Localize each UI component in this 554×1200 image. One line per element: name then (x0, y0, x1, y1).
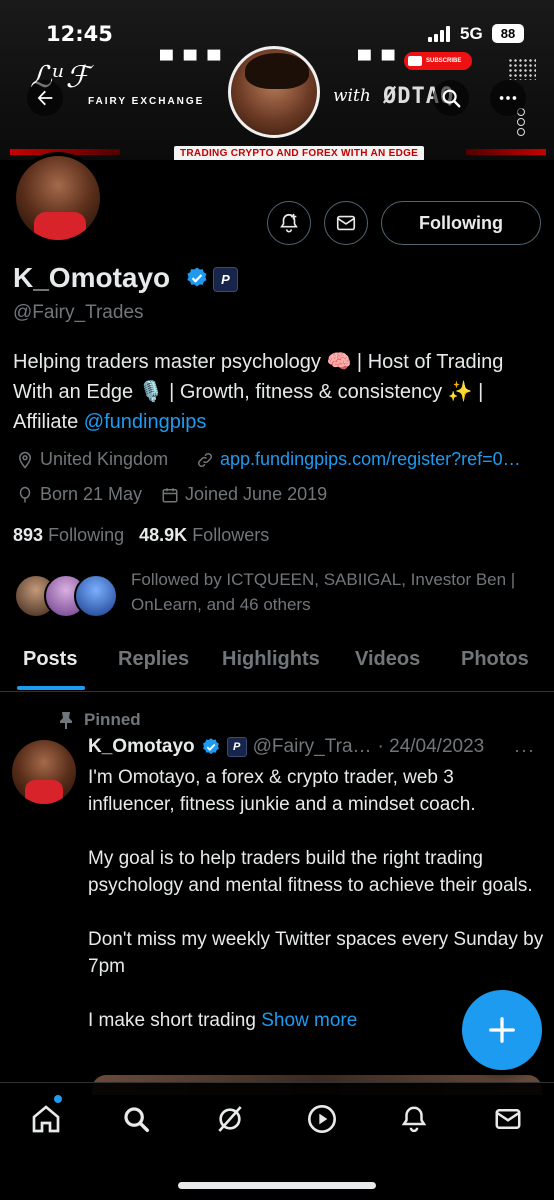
following-button[interactable]: Following (381, 201, 541, 245)
verified-badge-icon (202, 738, 219, 755)
profile-name: K_Omotayo (13, 262, 171, 293)
bell-icon (401, 1106, 427, 1133)
profile-website[interactable]: app.fundingpips.com/register?ref=0… (196, 449, 521, 470)
post-more-button[interactable]: ··· (514, 740, 535, 761)
more-button[interactable] (490, 80, 526, 116)
bell-plus-icon (280, 213, 298, 233)
battery-icon: 88 (492, 24, 524, 43)
home-icon (32, 1105, 60, 1133)
search-icon (442, 89, 461, 108)
nav-messages[interactable] (490, 1101, 526, 1137)
tab-photos[interactable]: Photos (461, 648, 529, 671)
tab-replies[interactable]: Replies (118, 648, 189, 671)
post-date: · 24/04/2023 (377, 736, 485, 757)
plus-icon (489, 1017, 515, 1043)
profile-avatar[interactable] (12, 152, 104, 244)
following-count-link[interactable]: 893 Following (13, 525, 124, 545)
profile-location: United Kingdom (16, 449, 168, 470)
banner-tagline: TRADING CRYPTO AND FOREX WITH AN EDGE (174, 146, 425, 160)
balloon-icon (19, 486, 31, 502)
compose-button[interactable] (462, 990, 542, 1070)
profile-tabs: Posts Replies Highlights Videos Photos (0, 636, 554, 692)
profile-bio: Helping traders master psychology 🧠 | Ho… (13, 347, 545, 437)
banner-logo-text: FAIRY EXCHANGE (88, 96, 205, 107)
nav-grok[interactable] (212, 1101, 248, 1137)
network-type: 5G (460, 24, 483, 43)
followed-by-text[interactable]: Followed by ICTQUEEN, SABIIGAL, Investor… (131, 567, 543, 617)
post-handle: @Fairy_Tra… (252, 736, 372, 757)
home-notification-dot (54, 1095, 62, 1103)
profile-born: Born 21 May (16, 484, 142, 505)
nav-home[interactable] (28, 1101, 64, 1137)
calendar-icon (162, 487, 178, 502)
link-icon (197, 452, 213, 467)
search-icon (124, 1107, 149, 1132)
post-author[interactable]: K_Omotayo (88, 736, 195, 758)
verified-badge-icon[interactable] (185, 266, 209, 290)
pinned-label: Pinned (58, 710, 141, 730)
post-paragraph: I'm Omotayo, a forex & crypto trader, we… (88, 767, 476, 815)
message-button[interactable] (324, 201, 368, 245)
banner-stripe-right (466, 149, 546, 155)
profile-joined: Joined June 2019 (161, 484, 327, 505)
more-vertical-icon (499, 96, 517, 100)
active-tab-indicator (17, 686, 85, 690)
nav-notifications[interactable] (396, 1101, 432, 1137)
bio-mention-link[interactable]: @fundingpips (84, 411, 207, 433)
nav-search[interactable] (118, 1101, 154, 1137)
status-time: 12:45 (46, 22, 113, 46)
banner-with-text: with (333, 86, 371, 106)
notify-button[interactable] (267, 201, 311, 245)
avatar (74, 574, 118, 618)
post-avatar[interactable] (12, 740, 76, 804)
profile-handle: @Fairy_Trades (13, 302, 144, 323)
home-indicator[interactable] (178, 1182, 376, 1189)
tab-videos[interactable]: Videos (355, 648, 420, 671)
signal-icon (428, 26, 450, 42)
show-more-link[interactable]: Show more (261, 1010, 357, 1031)
post-paragraph: Don't miss my weekly Twitter spaces ever… (88, 929, 544, 977)
affiliate-badge[interactable]: P (213, 267, 238, 292)
followed-by-avatars[interactable] (14, 574, 118, 618)
tab-posts[interactable]: Posts (23, 648, 77, 671)
envelope-icon (336, 215, 356, 231)
nav-video[interactable] (304, 1101, 340, 1137)
play-icon (308, 1105, 336, 1133)
back-button[interactable] (27, 80, 63, 116)
mail-icon (495, 1109, 521, 1129)
affiliate-badge: P (226, 737, 247, 757)
location-pin-icon (18, 451, 32, 469)
arrow-left-icon (37, 90, 53, 106)
post-header: K_Omotayo P @Fairy_Tra… · 24/04/2023 (88, 736, 484, 758)
search-button[interactable] (433, 80, 469, 116)
status-bar: 12:45 5G 88 (0, 0, 554, 62)
tab-highlights[interactable]: Highlights (222, 648, 320, 671)
pin-icon (60, 712, 72, 729)
post-paragraph: My goal is to help traders build the rig… (88, 848, 533, 896)
followers-count-link[interactable]: 48.9K Followers (139, 525, 269, 545)
grok-icon (218, 1106, 242, 1132)
follow-counts: 893 Following 48.9K Followers (13, 525, 269, 546)
